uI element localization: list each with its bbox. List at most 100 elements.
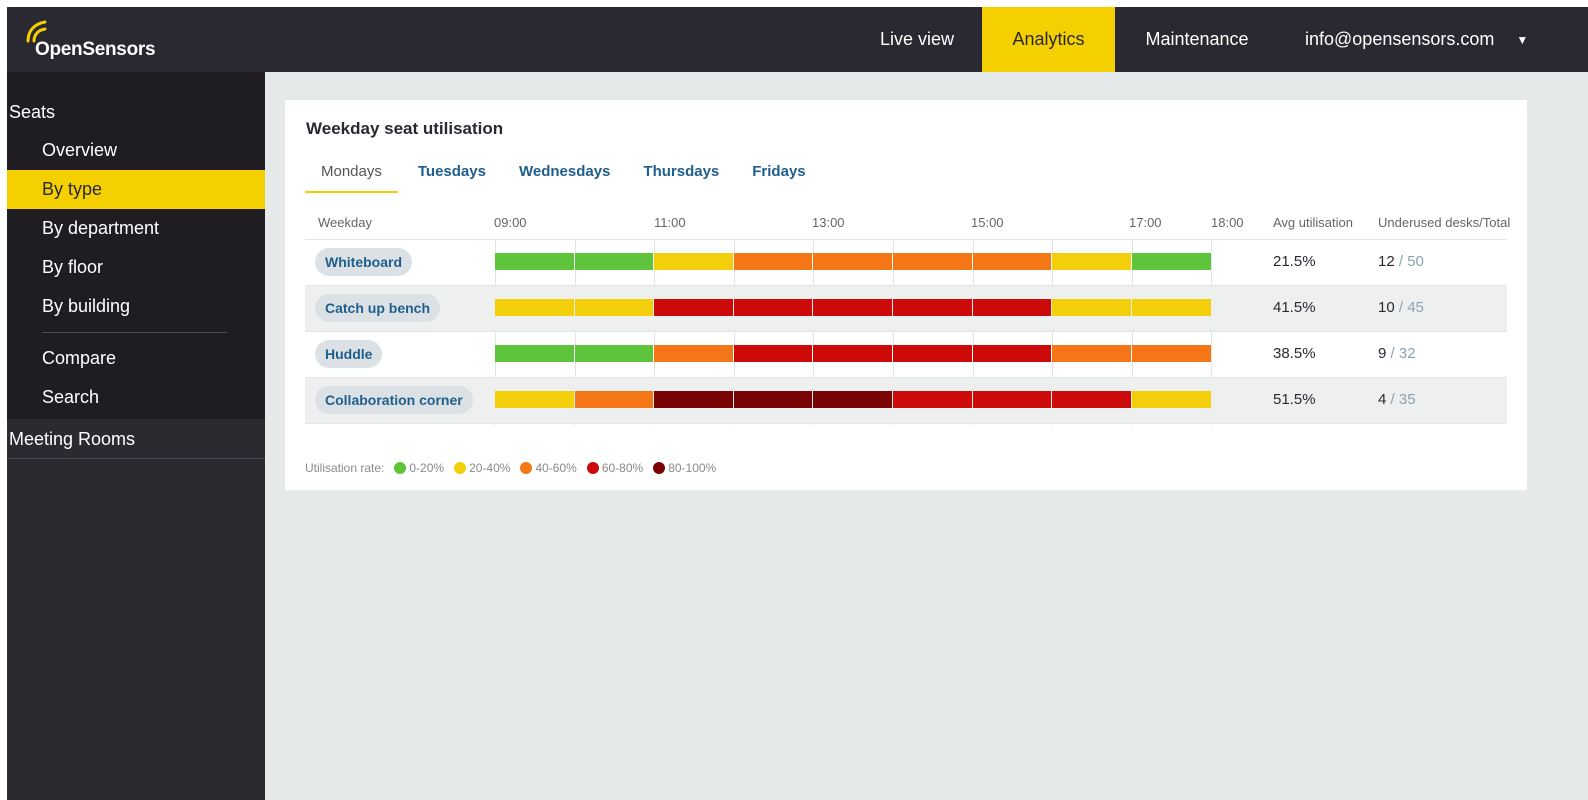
header-underused-total: Underused desks/Total: [1378, 215, 1511, 230]
header-time-0900: 09:00: [494, 215, 527, 230]
underused-count: 12: [1378, 253, 1395, 270]
seat-type-chip[interactable]: Whiteboard: [315, 248, 412, 276]
sidebar-item-by-type[interactable]: By type: [7, 170, 265, 209]
heatmap-cell: [575, 391, 653, 408]
legend-item-label: 20-40%: [469, 461, 511, 475]
signal-logo-icon: [26, 20, 47, 43]
utilisation-card: Weekday seat utilisation Mondays Tuesday…: [285, 100, 1527, 490]
sidebar: Seats Overview By type By department By …: [7, 72, 265, 800]
legend-item: 0-20%: [394, 461, 444, 475]
legend-dot-icon: [454, 462, 467, 474]
heatmap-cell: [893, 391, 972, 408]
seat-type-chip[interactable]: Catch up bench: [315, 294, 441, 322]
sidebar-top-strip: [7, 72, 265, 92]
sidebar-section-meeting-rooms[interactable]: Meeting Rooms: [7, 419, 265, 459]
heatmap-cell: [813, 299, 892, 316]
heatmap-cell: [1052, 391, 1131, 408]
heatmap-cell: [1132, 253, 1211, 270]
heatmap-cell: [734, 299, 812, 316]
heatmap-cell: [1132, 345, 1211, 362]
underused-value: 12 / 50: [1378, 253, 1424, 270]
heatmap-cell: [575, 253, 653, 270]
heatmap-cell: [813, 345, 892, 362]
underused-value: 9 / 32: [1378, 345, 1416, 362]
heatmap-cell: [654, 299, 733, 316]
desk-total: / 32: [1386, 345, 1416, 362]
card-title: Weekday seat utilisation: [306, 119, 504, 138]
heatmap-cell: [973, 299, 1051, 316]
nav-analytics[interactable]: Analytics: [982, 7, 1115, 72]
tab-tuesdays[interactable]: Tuesdays: [418, 160, 486, 193]
legend-item-label: 0-20%: [409, 461, 445, 475]
tab-thursdays[interactable]: Thursdays: [643, 160, 719, 193]
heatmap-cell: [1052, 345, 1131, 362]
row-divider: [305, 285, 1507, 286]
tab-mondays[interactable]: Mondays: [305, 160, 398, 193]
legend-item-label: 40-60%: [535, 461, 577, 475]
heatmap-cell: [575, 345, 653, 362]
heatmap-cell: [973, 253, 1051, 270]
row-divider: [305, 423, 1507, 424]
legend-dot-icon: [394, 462, 407, 474]
heatmap-cell: [734, 391, 812, 408]
legend-label: Utilisation rate:: [305, 461, 385, 475]
heatmap-cell: [1132, 299, 1211, 316]
table-row: Whiteboard 21.5% 12 / 50: [305, 239, 1507, 285]
heatmap-cell: [973, 391, 1051, 408]
table-row: Catch up bench 41.5% 10 / 45: [305, 285, 1507, 331]
legend-item: 40-60%: [520, 461, 577, 475]
underused-count: 10: [1378, 299, 1395, 316]
row-divider: [305, 239, 1507, 240]
heatmap-cell: [575, 299, 653, 316]
sidebar-item-overview[interactable]: Overview: [7, 131, 265, 170]
desk-total: / 50: [1394, 253, 1424, 270]
heatmap-cell: [813, 253, 892, 270]
table-row: Collaboration corner 51.5% 4 / 35: [305, 377, 1507, 423]
table-row: Huddle 38.5% 9 / 32: [305, 331, 1507, 377]
heatmap-cell: [495, 299, 574, 316]
desk-total: / 35: [1386, 391, 1416, 408]
heatmap-cell: [973, 345, 1051, 362]
user-email: info@opensensors.com: [1305, 29, 1495, 49]
underused-value: 4 / 35: [1378, 391, 1416, 408]
legend-item: 20-40%: [454, 461, 510, 475]
legend-dot-icon: [586, 462, 599, 474]
brand-name: OpenSensors: [35, 39, 156, 60]
heatmap-cell: [495, 391, 574, 408]
utilisation-heatmap: Whiteboard 21.5% 12 / 50 Catch up bench 41.5…: [305, 239, 1507, 425]
legend-dot-icon: [520, 462, 533, 474]
header-time-1500: 15:00: [971, 215, 1004, 230]
nav-live-view[interactable]: Live view: [863, 7, 971, 72]
utilisation-legend: Utilisation rate: 0-20% 20-40% 40-60% 60-80%…: [305, 461, 726, 475]
seats-group: Seats Overview By type By department By …: [7, 92, 265, 419]
header-time-1100: 11:00: [654, 215, 686, 230]
avg-utilisation-value: 21.5%: [1273, 253, 1316, 270]
seat-type-chip[interactable]: Collaboration corner: [315, 386, 473, 414]
weekday-tabs: Mondays Tuesdays Wednesdays Thursdays Fr…: [305, 160, 839, 193]
sidebar-item-by-building[interactable]: By building: [7, 287, 265, 326]
row-divider: [305, 331, 1507, 332]
sidebar-item-by-department[interactable]: By department: [7, 209, 265, 248]
avg-utilisation-value: 38.5%: [1273, 345, 1316, 362]
header-time-1700: 17:00: [1129, 215, 1162, 230]
row-divider: [305, 377, 1507, 378]
sidebar-item-by-floor[interactable]: By floor: [7, 248, 265, 287]
sidebar-section-seats[interactable]: Seats: [7, 92, 265, 131]
tab-wednesdays[interactable]: Wednesdays: [519, 160, 610, 193]
header-avg-utilisation: Avg utilisation: [1273, 215, 1353, 230]
sidebar-divider: [42, 332, 227, 333]
heatmap-cell: [654, 345, 733, 362]
seat-type-chip[interactable]: Huddle: [315, 340, 383, 368]
sidebar-item-compare[interactable]: Compare: [7, 339, 265, 378]
legend-item: 80-100%: [653, 461, 716, 475]
nav-maintenance[interactable]: Maintenance: [1125, 7, 1269, 72]
heatmap-cell: [1052, 299, 1131, 316]
user-menu[interactable]: info@opensensors.com ▼: [1287, 7, 1577, 72]
desk-total: / 45: [1394, 299, 1424, 316]
logo[interactable]: OpenSensors: [25, 19, 156, 63]
sidebar-item-search[interactable]: Search: [7, 378, 265, 417]
heatmap-cell: [734, 253, 812, 270]
tab-fridays[interactable]: Fridays: [752, 160, 805, 193]
legend-item: 60-80%: [586, 461, 643, 475]
heatmap-cell: [893, 345, 972, 362]
